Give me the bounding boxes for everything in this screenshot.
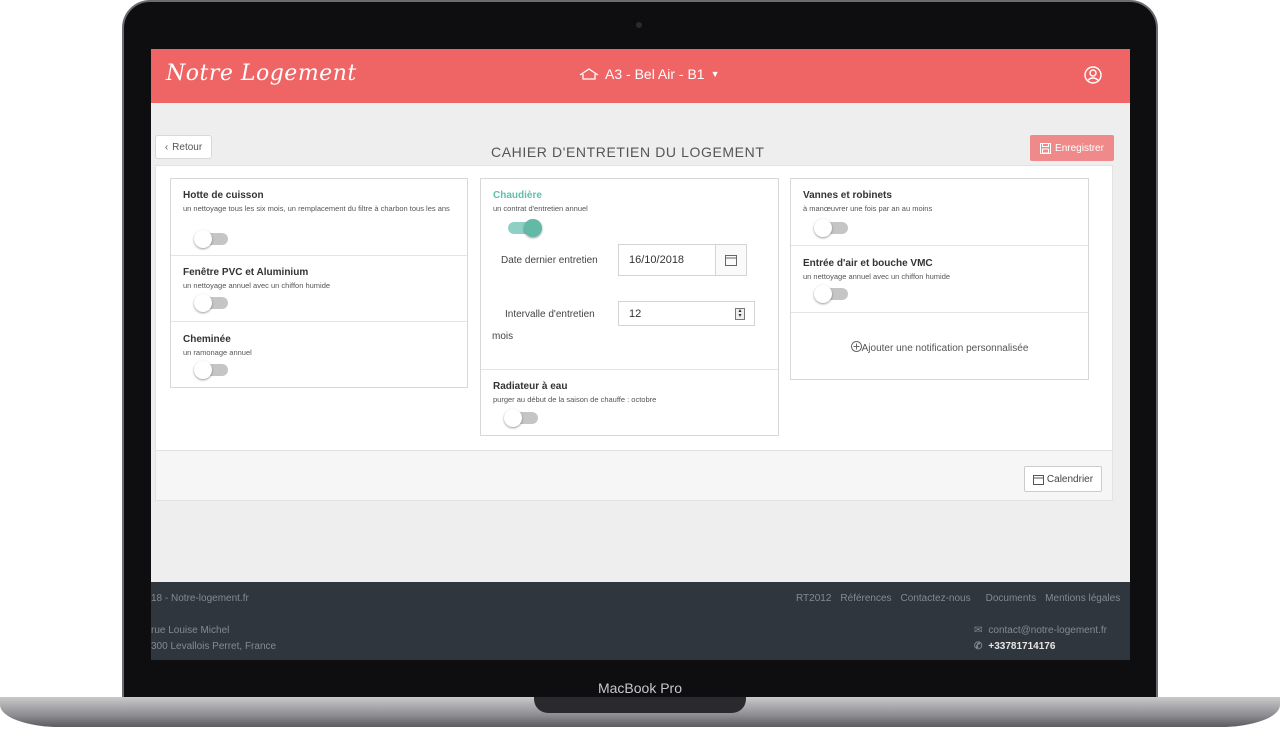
camera [636,22,642,28]
footer-phone[interactable]: ✆ +33781714176 [974,641,1055,652]
toggle-knob [814,219,832,237]
footer-link-references[interactable]: Références [840,593,891,604]
middle-card: Chaudière un contrat d'entretien annuel … [480,178,779,436]
maintenance-panel: Hotte de cuisson un nettoyage tous les s… [155,165,1113,451]
right-card: Vannes et robinets à manœuvrer une fois … [790,178,1089,380]
save-button[interactable]: Enregistrer [1030,135,1114,161]
item-title: Radiateur à eau [493,381,568,392]
item-title: Vannes et robinets [803,190,892,201]
page-title: CAHIER D'ENTRETIEN DU LOGEMENT [491,144,765,160]
item-title: Cheminée [183,334,231,345]
top-header: Notre Logement A3 - Bel Air - B1 ▼ [151,49,1130,103]
toggle-knob [194,294,212,312]
add-notification-label: Ajouter une notification personnalisée [861,343,1029,354]
list-item: Fenêtre PVC et Aluminium un nettoyage an… [171,267,467,292]
calendar-picker-button[interactable] [715,244,747,276]
item-title: Chaudière [493,190,542,201]
toggle-vannes[interactable] [814,219,848,237]
item-title: Entrée d'air et bouche VMC [803,258,933,269]
footer-link-mentions[interactable]: Mentions légales [1045,593,1120,604]
toggle-cheminee[interactable] [194,361,228,379]
caret-down-icon: ▼ [710,69,720,79]
item-title: Fenêtre PVC et Aluminium [183,267,309,278]
boiler-item: Chaudière un contrat d'entretien annuel [481,190,778,215]
toggle-knob [524,219,542,237]
item-title: Hotte de cuisson [183,190,264,201]
footer-link-contact[interactable]: Contactez-nous [901,593,971,604]
envelope-icon: ✉ [974,625,983,636]
item-desc: un nettoyage annuel avec un chiffon humi… [803,272,951,281]
toggle-chaudiere[interactable] [508,219,542,237]
user-icon[interactable] [1084,66,1102,84]
calendar-label: Calendrier [1046,473,1094,485]
item-desc: à manœuvrer une fois par an au moins [803,204,933,213]
toggle-knob [194,230,212,248]
footer-address-line1: rue Louise Michel [151,625,230,636]
calendar-icon [725,255,737,266]
item-desc: purger au début de la saison de chauffe … [493,395,657,404]
item-desc: un nettoyage tous les six mois, un rempl… [183,204,450,213]
item-desc: un ramonage annuel [183,348,252,357]
plus-circle-icon [850,341,862,352]
footer-email[interactable]: ✉ contact@notre-logement.fr [974,625,1107,636]
list-item: Radiateur à eau purger au début de la sa… [481,381,778,406]
toggle-knob [194,361,212,379]
footer-email-text: contact@notre-logement.fr [988,625,1107,636]
logo[interactable]: Notre Logement [166,61,357,86]
laptop-notch [534,697,746,713]
list-item: Hotte de cuisson un nettoyage tous les s… [171,190,467,215]
last-service-date-input[interactable]: 16/10/2018 [618,244,716,276]
item-desc: un nettoyage annuel avec un chiffon humi… [183,281,331,290]
save-icon [1040,142,1052,154]
item-desc: un contrat d'entretien annuel [493,204,588,213]
site-footer: 18 - Notre-logement.fr RT2012 Références… [151,582,1130,660]
chevron-left-icon: ‹ [164,141,169,153]
back-label: Retour [172,141,203,153]
toggle-fenetre[interactable] [194,294,228,312]
interval-label: Intervalle d'entretien [505,309,595,320]
footer-copyright: 18 - Notre-logement.fr [151,593,249,604]
location-label: A3 - Bel Air - B1 [605,66,705,82]
list-item: Cheminée un ramonage annuel [171,334,467,359]
calendar-icon [1032,474,1044,485]
divider [791,245,1088,246]
footer-link-documents[interactable]: Documents [986,593,1037,604]
footer-link-rt2012[interactable]: RT2012 [796,593,831,604]
divider [481,369,778,370]
divider [171,255,467,256]
toggle-vmc[interactable] [814,285,848,303]
phone-icon: ✆ [974,641,983,652]
list-item: Vannes et robinets à manœuvrer une fois … [791,190,1088,215]
panel-footer: Calendrier [155,451,1113,501]
footer-links: RT2012 Références Contactez-nous Documen… [796,593,1120,604]
toggle-knob [814,285,832,303]
last-service-label: Date dernier entretien [501,255,598,266]
divider [791,312,1088,313]
location-selector[interactable]: A3 - Bel Air - B1 ▼ [579,66,720,82]
toggle-knob [504,409,522,427]
home-icon [579,68,599,80]
app-screen: Notre Logement A3 - Bel Air - B1 ▼ ‹ Ret… [151,49,1130,660]
footer-phone-text: +33781714176 [988,641,1056,652]
left-card: Hotte de cuisson un nettoyage tous les s… [170,178,468,388]
add-notification-button[interactable]: Ajouter une notification personnalisée [791,341,1088,354]
device-label: MacBook Pro [597,680,683,696]
list-item: Entrée d'air et bouche VMC un nettoyage … [791,258,1088,283]
calendar-button[interactable]: Calendrier [1024,466,1102,492]
interval-unit: mois [492,331,514,342]
save-label: Enregistrer [1055,142,1104,154]
divider [171,321,467,322]
interval-spinner[interactable]: ▴ ▾ [735,308,745,320]
footer-address-line2: 300 Levallois Perret, France [151,641,277,652]
toggle-hotte[interactable] [194,230,228,248]
back-button[interactable]: ‹ Retour [155,135,212,159]
toggle-radiateur[interactable] [504,409,538,427]
